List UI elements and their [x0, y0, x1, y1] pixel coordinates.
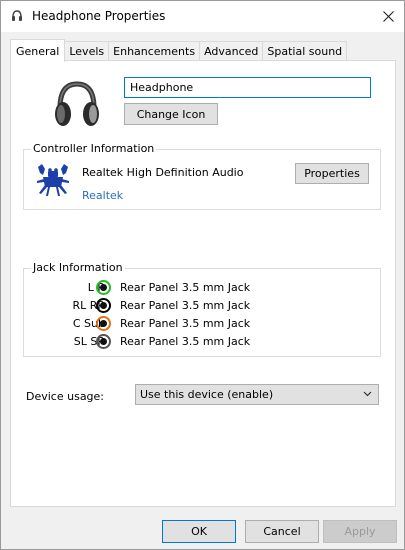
tab-enhancements[interactable]: Enhancements: [108, 41, 201, 61]
tab-spatial-sound[interactable]: Spatial sound: [262, 41, 348, 61]
device-name-input[interactable]: [124, 77, 371, 98]
speaker-icon: [12, 10, 22, 21]
jack-info-label: Jack Information: [31, 261, 125, 274]
jack-row: L R Rear Panel 3.5 mm Jack: [24, 280, 264, 296]
jack-description: Rear Panel 3.5 mm Jack: [120, 335, 251, 348]
device-usage-label: Device usage:: [26, 390, 105, 403]
chevron-down-icon: [363, 391, 372, 397]
change-icon-button[interactable]: Change Icon: [124, 103, 218, 125]
device-usage-value: Use this device (enable): [140, 388, 274, 401]
controller-info-group: Controller Information Realtek High Defi…: [23, 142, 381, 210]
jack-description: Rear Panel 3.5 mm Jack: [120, 317, 251, 330]
jack-color-indicator: [96, 334, 111, 349]
vendor-link[interactable]: Realtek: [82, 189, 123, 202]
tab-levels[interactable]: Levels: [64, 41, 110, 61]
apply-button[interactable]: Apply: [323, 520, 397, 543]
jack-color-indicator: [96, 298, 111, 313]
close-button[interactable]: [372, 1, 404, 32]
controller-device-name: Realtek High Definition Audio: [82, 166, 244, 179]
title-bar[interactable]: Headphone Properties: [1, 1, 404, 32]
jack-row: C Sub Rear Panel 3.5 mm Jack: [24, 316, 264, 332]
general-panel: Change Icon Controller Information: [10, 60, 396, 507]
jack-color-indicator: [96, 316, 111, 331]
headphone-icon: [55, 81, 99, 126]
realtek-crab-logo: [37, 164, 69, 196]
jack-description: Rear Panel 3.5 mm Jack: [120, 281, 251, 294]
window-title: Headphone Properties: [32, 9, 166, 23]
jack-info-group: Jack Information L R Rear Panel 3.5 mm J…: [23, 261, 381, 357]
jack-row: RL RR Rear Panel 3.5 mm Jack: [24, 298, 264, 314]
tab-general[interactable]: General: [10, 39, 66, 62]
device-usage-select[interactable]: Use this device (enable): [135, 384, 379, 405]
properties-button[interactable]: Properties: [295, 163, 369, 184]
properties-window: Headphone Properties General Levels Enha…: [0, 0, 405, 550]
jack-color-indicator: [96, 280, 111, 295]
jack-description: Rear Panel 3.5 mm Jack: [120, 299, 251, 312]
close-icon: [382, 11, 394, 22]
tab-advanced[interactable]: Advanced: [199, 41, 264, 61]
tab-strip: General Levels Enhancements Advanced Spa…: [10, 39, 348, 62]
cancel-button[interactable]: Cancel: [245, 520, 319, 543]
controller-info-label: Controller Information: [31, 142, 157, 155]
jack-row: SL SR Rear Panel 3.5 mm Jack: [24, 334, 264, 350]
ok-button[interactable]: OK: [162, 520, 236, 543]
